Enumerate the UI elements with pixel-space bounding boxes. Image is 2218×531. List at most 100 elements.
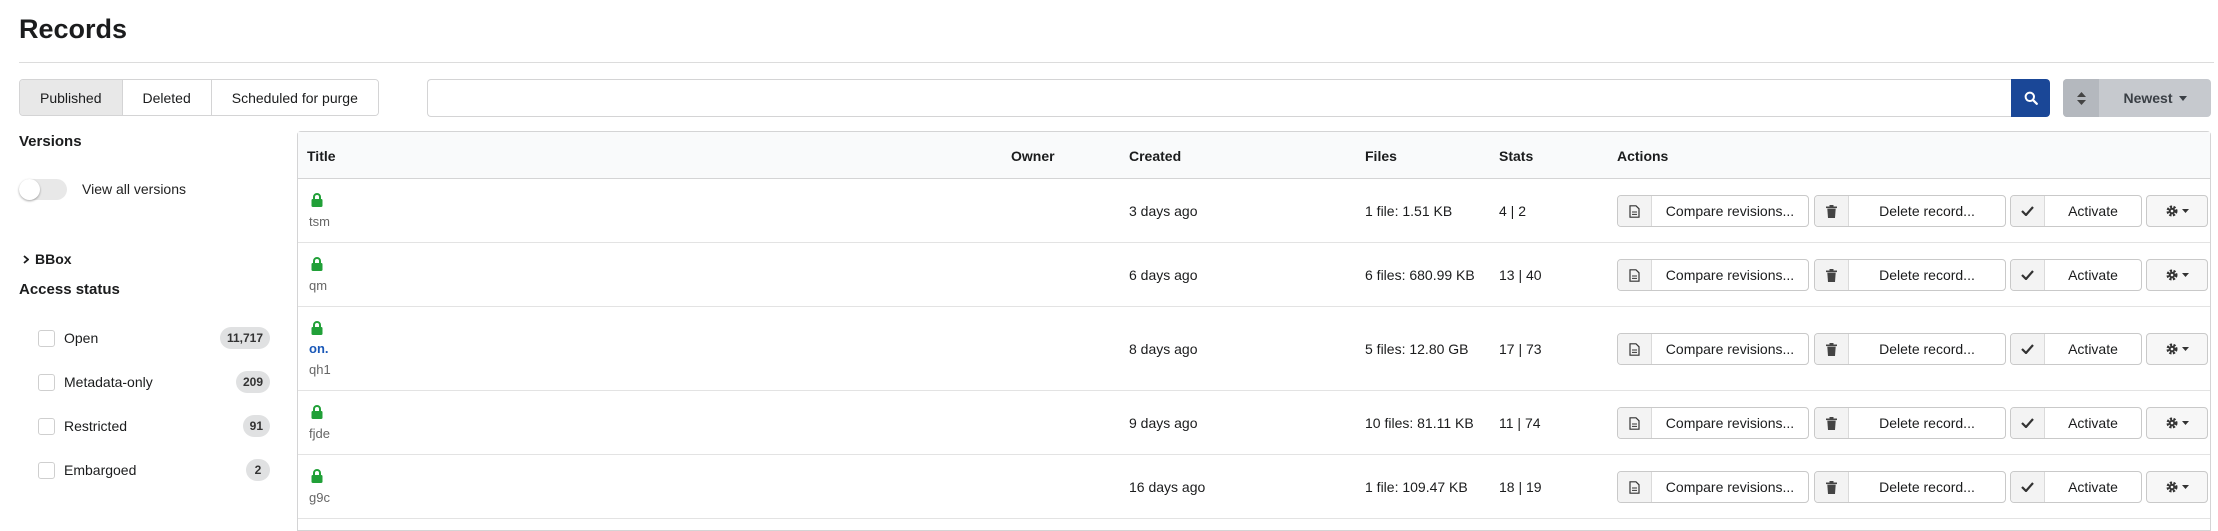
compare-revisions-button[interactable]: Compare revisions... xyxy=(1617,471,1809,503)
column-header-owner[interactable]: Owner xyxy=(1011,148,1055,164)
compare-revisions-button[interactable]: Compare revisions... xyxy=(1617,195,1809,227)
activate-label: Activate xyxy=(2068,203,2118,219)
view-all-versions-toggle[interactable] xyxy=(19,179,67,200)
compare-revisions-label: Compare revisions... xyxy=(1665,341,1795,357)
record-created: 9 days ago xyxy=(1129,415,1198,431)
facet-count-badge: 11,717 xyxy=(219,327,270,349)
table-row: fjde 9 days ago 10 files: 81.11 KB 11 | 74 C… xyxy=(298,391,2210,455)
trash-icon xyxy=(1826,204,1837,218)
caret-down-icon xyxy=(2178,95,2187,101)
activate-button[interactable]: Activate xyxy=(2010,471,2142,503)
trash-icon xyxy=(1826,268,1837,282)
sort-icon xyxy=(2076,91,2086,105)
facet-label: Restricted xyxy=(64,418,128,434)
toggle-knob xyxy=(19,179,40,200)
file-icon xyxy=(1629,480,1640,494)
sort-dropdown[interactable]: Newest xyxy=(2063,79,2211,117)
row-settings-dropdown[interactable] xyxy=(2146,259,2208,291)
facet-checkbox[interactable] xyxy=(38,461,55,479)
trash-icon xyxy=(1826,480,1837,494)
table-row: g9c 16 days ago 1 file: 109.47 KB 18 | 19 Co… xyxy=(298,455,2210,519)
compare-revisions-button[interactable]: Compare revisions... xyxy=(1617,407,1809,439)
delete-record-button[interactable]: Delete record... xyxy=(1814,333,2006,365)
record-stats: 11 | 74 xyxy=(1499,415,1541,431)
delete-record-button[interactable]: Delete record... xyxy=(1814,407,2006,439)
column-header-created[interactable]: Created xyxy=(1129,148,1181,164)
facet-metadata-only[interactable]: Metadata-only 209 xyxy=(38,370,270,394)
status-tabs: Published Deleted Scheduled for purge xyxy=(19,79,379,116)
bbox-facet-toggle[interactable]: BBox xyxy=(23,251,72,267)
gear-icon xyxy=(2166,205,2178,217)
facet-checkbox[interactable] xyxy=(38,373,55,391)
caret-down-icon xyxy=(2182,485,2189,489)
record-stats: 4 | 2 xyxy=(1499,203,1526,219)
column-header-files[interactable]: Files xyxy=(1365,148,1397,164)
lock-icon xyxy=(311,193,323,207)
activate-button[interactable]: Activate xyxy=(2010,259,2142,291)
record-files: 10 files: 81.11 KB xyxy=(1365,415,1474,431)
search-icon xyxy=(2024,91,2038,105)
delete-record-label: Delete record... xyxy=(1879,267,1975,283)
table-row: qm 6 days ago 6 files: 680.99 KB 13 | 40 Com… xyxy=(298,243,2210,307)
activate-label: Activate xyxy=(2068,267,2118,283)
record-files: 6 files: 680.99 KB xyxy=(1365,267,1475,283)
record-files: 5 files: 12.80 GB xyxy=(1365,341,1469,357)
gear-icon xyxy=(2166,481,2178,493)
tab-scheduled-for-purge[interactable]: Scheduled for purge xyxy=(211,80,378,115)
row-settings-dropdown[interactable] xyxy=(2146,333,2208,365)
sort-toggle[interactable] xyxy=(2063,79,2099,117)
record-files: 1 file: 1.51 KB xyxy=(1365,203,1453,219)
activate-button[interactable]: Activate xyxy=(2010,195,2142,227)
delete-record-label: Delete record... xyxy=(1879,479,1975,495)
record-created: 8 days ago xyxy=(1129,341,1198,357)
column-header-title[interactable]: Title xyxy=(307,148,336,164)
delete-record-button[interactable]: Delete record... xyxy=(1814,259,2006,291)
row-settings-dropdown[interactable] xyxy=(2146,471,2208,503)
compare-revisions-label: Compare revisions... xyxy=(1665,479,1795,495)
record-id: g9c xyxy=(309,490,330,505)
compare-revisions-button[interactable]: Compare revisions... xyxy=(1617,333,1809,365)
row-settings-dropdown[interactable] xyxy=(2146,195,2208,227)
caret-down-icon xyxy=(2182,347,2189,351)
trash-icon xyxy=(1826,416,1837,430)
caret-down-icon xyxy=(2182,421,2189,425)
facet-restricted[interactable]: Restricted 91 xyxy=(38,414,270,438)
activate-button[interactable]: Activate xyxy=(2010,407,2142,439)
lock-icon xyxy=(311,469,323,483)
record-id: tsm xyxy=(309,214,330,229)
lock-icon xyxy=(311,405,323,419)
record-id: qm xyxy=(309,278,328,293)
column-header-stats[interactable]: Stats xyxy=(1499,148,1533,164)
delete-record-button[interactable]: Delete record... xyxy=(1814,471,2006,503)
record-created: 16 days ago xyxy=(1129,479,1206,495)
facet-checkbox[interactable] xyxy=(38,417,55,435)
tab-published[interactable]: Published xyxy=(20,80,123,115)
record-created: 6 days ago xyxy=(1129,267,1198,283)
page-title: Records xyxy=(19,14,128,44)
tab-deleted[interactable]: Deleted xyxy=(122,80,212,115)
chevron-right-icon xyxy=(23,254,29,264)
file-icon xyxy=(1629,416,1640,430)
facet-count-badge: 2 xyxy=(246,459,270,481)
table-row: tsm 3 days ago 1 file: 1.51 KB 4 | 2 Compare… xyxy=(298,179,2210,243)
check-icon xyxy=(2021,270,2034,280)
record-title-link[interactable]: on. xyxy=(309,341,331,356)
facet-embargoed[interactable]: Embargoed 2 xyxy=(38,458,270,482)
file-icon xyxy=(1629,342,1640,356)
delete-record-button[interactable]: Delete record... xyxy=(1814,195,2006,227)
facet-checkbox[interactable] xyxy=(38,329,55,347)
activate-button[interactable]: Activate xyxy=(2010,333,2142,365)
facet-open[interactable]: Open 11,717 xyxy=(38,326,270,350)
access-status-heading: Access status xyxy=(19,281,120,298)
search-button[interactable] xyxy=(2011,79,2050,117)
table-row: on. qh1 8 days ago 5 files: 12.80 GB 17 | 73… xyxy=(298,307,2210,391)
row-settings-dropdown[interactable] xyxy=(2146,407,2208,439)
trash-icon xyxy=(1826,342,1837,356)
title-divider xyxy=(19,62,2214,63)
compare-revisions-button[interactable]: Compare revisions... xyxy=(1617,259,1809,291)
delete-record-label: Delete record... xyxy=(1879,203,1975,219)
check-icon xyxy=(2021,206,2034,216)
search-input[interactable] xyxy=(427,79,2012,117)
versions-heading: Versions xyxy=(19,133,82,150)
delete-record-label: Delete record... xyxy=(1879,415,1975,431)
